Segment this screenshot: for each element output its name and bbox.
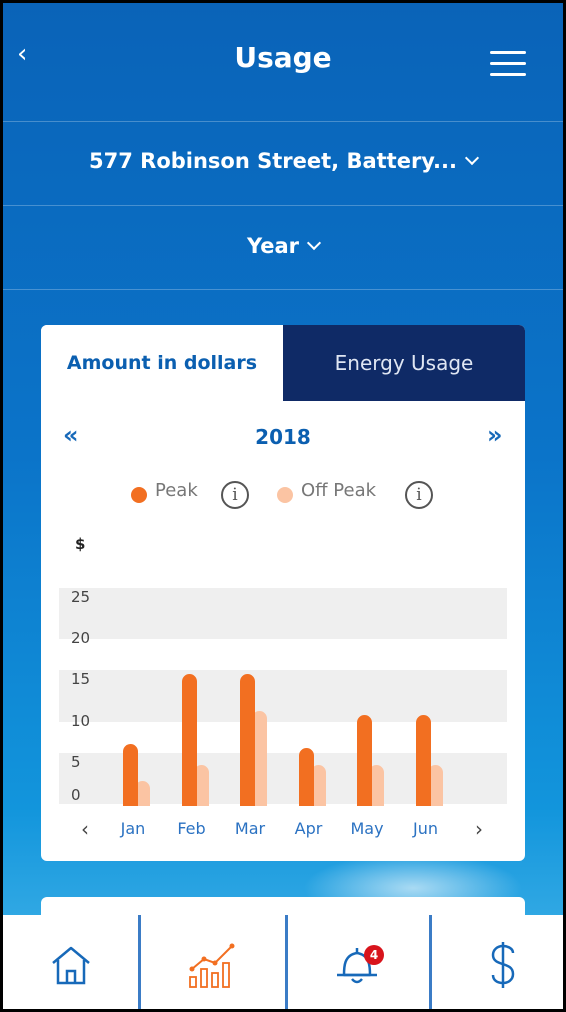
period-label: Year [246,234,300,258]
peak-info-icon[interactable]: i [221,481,249,509]
offpeak-info-icon[interactable]: i [405,481,433,509]
legend-offpeak-swatch [277,487,293,503]
year-label: 2018 [255,425,311,449]
dollar-icon [491,942,515,988]
nav-notifications[interactable]: 4 [288,915,429,1009]
chevron-down-icon [306,235,322,251]
divider [3,121,563,122]
x-tick-label: Apr [294,819,323,838]
home-icon [52,946,90,985]
x-tick-label: May [350,819,384,838]
bar-peak-may[interactable] [357,715,372,806]
x-tick-label: Feb [177,819,206,838]
legend-peak-swatch [131,487,147,503]
tab-energy-usage[interactable]: Energy Usage [283,325,525,401]
address-selector[interactable]: 577 Robinson Street, Battery... [3,149,563,173]
top-bar: ‹ Usage [3,3,563,121]
nav-usage[interactable] [141,915,285,1009]
notification-badge: 4 [364,945,384,965]
nav-billing[interactable] [432,915,563,1009]
next-year-button[interactable]: » [487,421,503,449]
bar-chart: 25 20 15 10 5 0 [59,561,507,807]
bar-peak-feb[interactable] [181,674,197,806]
legend-offpeak-label: Off Peak [301,480,377,501]
tab-amount-in-dollars[interactable]: Amount in dollars [41,325,283,401]
usage-chart-icon [189,943,235,988]
address-label: 577 Robinson Street, Battery... [89,149,457,173]
hamburger-menu-icon[interactable] [490,51,526,79]
divider [3,289,563,290]
period-selector[interactable]: Year [3,234,563,258]
chart-prev-button[interactable]: ‹ [81,817,89,841]
nav-home[interactable] [3,915,138,1009]
x-tick-label: Mar [234,819,266,838]
bar-peak-jun[interactable] [415,715,431,806]
y-axis-unit: $ [75,535,86,553]
bottom-navigation: 4 [3,915,563,1009]
divider [3,205,563,206]
x-tick-label: Jan [120,819,146,838]
chart-next-button[interactable]: › [475,817,483,841]
bars-area [59,561,507,806]
page-title: Usage [234,41,332,74]
legend-peak-label: Peak [155,480,198,501]
usage-screen: ‹ Usage 577 Robinson Street, Battery... … [3,3,563,1009]
usage-card: Amount in dollars Energy Usage « 2018 » … [41,325,525,861]
bar-peak-mar[interactable] [240,674,255,806]
bar-peak-jan[interactable] [123,744,138,806]
chevron-down-icon [464,150,480,166]
bar-peak-apr[interactable] [298,748,314,806]
x-tick-label: Jun [413,819,438,838]
